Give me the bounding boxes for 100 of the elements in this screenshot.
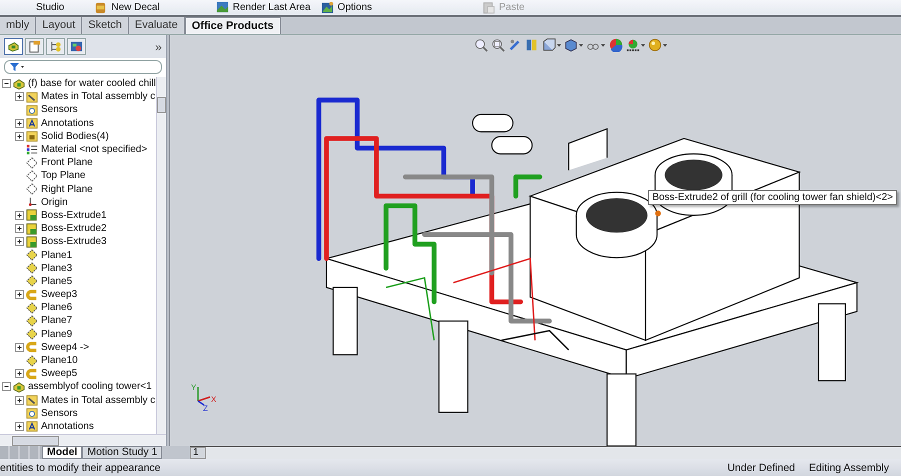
realview-icon[interactable]	[648, 38, 668, 52]
vertical-scrollbar[interactable]	[156, 77, 166, 434]
tree-item[interactable]: Plane6	[41, 302, 72, 314]
sensors-icon	[26, 104, 38, 116]
ribbon-button[interactable]: New Decal	[94, 0, 160, 15]
sheet-tab[interactable]: 1	[190, 447, 206, 459]
extrude-icon	[26, 222, 38, 235]
tree-item[interactable]: Sweep4 ->	[41, 342, 90, 353]
tree-item[interactable]: Mates in Total assembly c	[41, 91, 156, 102]
tree-item[interactable]: Plane3	[41, 262, 72, 274]
plane-icon	[26, 170, 38, 182]
tree-item[interactable]: Boss-Extrude2	[41, 223, 107, 234]
ribbon-tab[interactable]: Evaluate	[128, 17, 185, 34]
expand-toggle-icon[interactable]	[15, 92, 24, 102]
panel-tab[interactable]	[25, 38, 44, 55]
collapse-toggle-icon[interactable]	[2, 382, 11, 392]
axis-label: Y	[191, 383, 196, 392]
bottom-tab[interactable]: Motion Study 1	[82, 446, 162, 459]
filter-field[interactable]	[4, 60, 162, 74]
ribbon-button[interactable]: Options	[320, 0, 372, 15]
origin-icon	[26, 196, 38, 208]
ribbon-tab[interactable]: mbly	[0, 17, 36, 34]
feature-tree-icon	[7, 40, 20, 53]
landscape-picture-icon	[216, 1, 229, 14]
tree-item[interactable]: Plane9	[41, 328, 72, 340]
expand-toggle-icon[interactable]	[15, 118, 24, 128]
tree-root-item[interactable]: assemblyof cooling tower<1	[28, 381, 152, 392]
ribbon-tab[interactable]: Layout	[36, 17, 82, 34]
zoom-area-icon[interactable]	[490, 38, 505, 52]
tree-item[interactable]: Plane7	[41, 315, 72, 326]
tree-item[interactable]: Annotations	[41, 118, 94, 129]
expand-toggle-icon[interactable]	[15, 422, 24, 431]
more-tabs-button[interactable]: »	[155, 40, 162, 54]
annotations-icon	[26, 420, 38, 432]
ribbon-tab[interactable]: Sketch	[82, 17, 129, 34]
display-icon	[70, 40, 83, 53]
panel-tab[interactable]	[46, 38, 65, 55]
tree-item[interactable]: Plane1	[41, 250, 72, 261]
status-field: Editing Assembly	[809, 462, 889, 474]
config-icon	[49, 40, 62, 53]
scene-icon[interactable]	[626, 38, 645, 52]
appearance-icon[interactable]	[608, 38, 623, 52]
landscape-picture-icon	[320, 1, 334, 14]
tree-item[interactable]: Origin	[41, 196, 68, 208]
material-icon	[26, 144, 38, 156]
panel-tab[interactable]	[4, 38, 23, 55]
property-icon	[28, 40, 41, 53]
expand-toggle-icon[interactable]	[15, 224, 24, 234]
tree-item[interactable]: Mates in Total assembly c	[41, 394, 156, 406]
tree-item[interactable]: Boss-Extrude1	[41, 210, 107, 221]
sweep-icon	[26, 341, 38, 354]
ribbon-tab[interactable]: Office Products	[184, 17, 281, 34]
tree-item[interactable]: Sweep3	[41, 289, 78, 300]
tree-item[interactable]: Solid Bodies(4)	[41, 130, 109, 142]
collapse-toggle-icon[interactable]	[2, 79, 11, 88]
annotations-icon	[26, 117, 38, 130]
mates-icon	[26, 394, 38, 406]
expand-toggle-icon[interactable]	[15, 342, 24, 352]
tree-item[interactable]: Sensors	[41, 408, 78, 419]
expand-toggle-icon[interactable]	[15, 210, 24, 220]
tree-item[interactable]: Material <not specified>	[41, 144, 148, 156]
ribbon-button[interactable]: Studio	[36, 0, 64, 15]
status-message: entities to modify their appearance	[0, 462, 161, 474]
sweep-icon	[26, 288, 38, 301]
axis-label: X	[211, 395, 216, 404]
tree-item[interactable]: Front Plane	[41, 157, 93, 168]
expand-toggle-icon[interactable]	[15, 396, 24, 405]
sweep-icon	[26, 368, 38, 380]
filter-icon	[9, 62, 25, 72]
expand-toggle-icon[interactable]	[15, 290, 24, 300]
expand-toggle-icon[interactable]	[15, 237, 24, 246]
expand-toggle-icon[interactable]	[15, 369, 24, 378]
expand-toggle-icon[interactable]	[15, 132, 24, 141]
axis-label: Z	[203, 404, 208, 413]
tree-item[interactable]: Plane5	[41, 276, 72, 287]
zoom-fit-icon[interactable]	[474, 38, 488, 52]
bottom-tab[interactable]: Model	[42, 446, 82, 459]
extrude-icon	[26, 236, 38, 248]
decal-icon	[94, 1, 108, 14]
tree-item[interactable]: Top Plane	[41, 170, 86, 182]
ribbon-button[interactable]: Render Last Area	[216, 0, 311, 15]
tree-item[interactable]: Sweep5	[41, 368, 78, 380]
panel-tab[interactable]	[67, 38, 86, 55]
bodies-icon	[26, 130, 38, 142]
orientation-icon[interactable]	[542, 38, 562, 52]
tree-root-item[interactable]: (f) base for water cooled chill	[28, 78, 156, 90]
assembly-icon	[13, 78, 25, 90]
tree-item[interactable]: Annotations	[41, 420, 94, 432]
tooltip: Boss-Extrude2 of grill (for cooling tower fan shield)<2>	[648, 190, 897, 205]
status-field: Under Defined	[727, 462, 796, 474]
plane-icon	[26, 156, 38, 169]
display-style-icon[interactable]	[564, 38, 584, 52]
assembly-icon	[13, 380, 25, 393]
sensors-icon	[26, 407, 38, 420]
tree-item[interactable]: Boss-Extrude3	[41, 236, 107, 248]
tree-item[interactable]: Right Plane	[41, 184, 93, 195]
horizontal-scrollbar[interactable]	[0, 434, 166, 446]
tree-item[interactable]: Plane10	[41, 355, 78, 366]
tree-item[interactable]: Sensors	[41, 104, 78, 116]
extrude-icon	[26, 209, 38, 222]
